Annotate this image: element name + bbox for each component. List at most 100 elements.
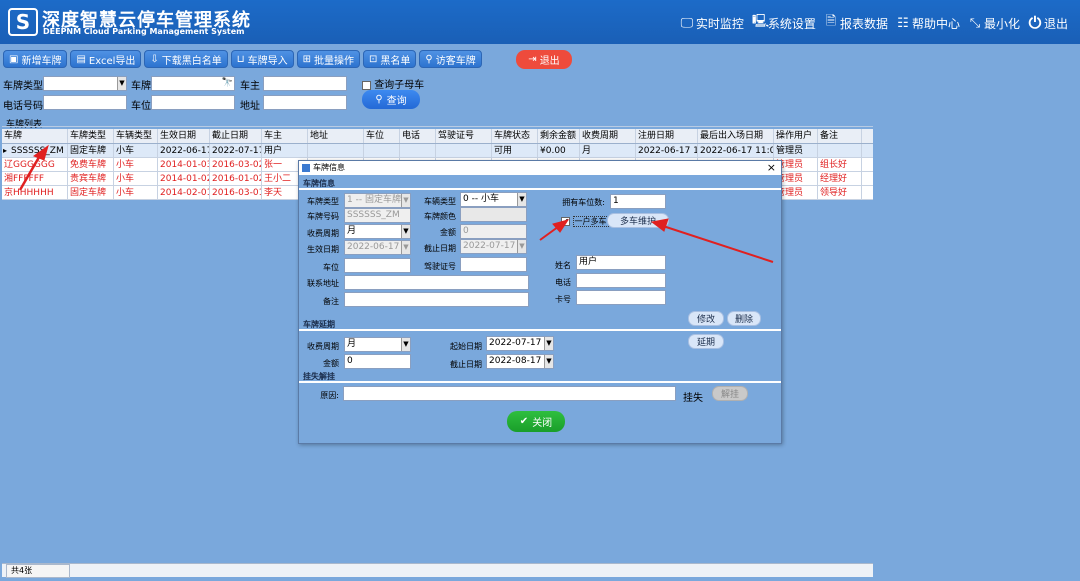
column-header[interactable]: 剩余金额 xyxy=(538,129,580,143)
close-icon[interactable]: × xyxy=(767,161,776,175)
unloss-button[interactable]: 解挂 xyxy=(712,386,748,401)
query-button[interactable]: ⚲ 查询 xyxy=(362,90,420,109)
table-cell xyxy=(364,144,400,157)
download-list-button[interactable]: ⇩ 下载黑白名单 xyxy=(144,50,228,68)
exit-button[interactable]: ⇥ 退出 xyxy=(516,50,572,69)
nav-reports[interactable]: 🗎 报表数据 xyxy=(824,12,888,34)
column-header[interactable]: 车主 xyxy=(262,129,308,143)
plate-type-select[interactable]: 1 -- 固定车牌 ▼ xyxy=(344,193,411,208)
start-date-picker[interactable]: 2022-07-17 ▼ xyxy=(486,336,554,351)
nav-settings[interactable]: 🖳 系统设置 xyxy=(752,12,816,34)
vehicle-type-select[interactable]: 0 -- 小车 ▼ xyxy=(460,192,527,207)
modify-button[interactable]: 修改 xyxy=(688,311,724,326)
column-header[interactable]: 车牌 xyxy=(2,129,68,143)
blacklist-button[interactable]: ⊡ 黑名单 xyxy=(363,50,417,68)
table-cell xyxy=(818,144,862,157)
visitor-icon: ⚲ xyxy=(425,53,433,65)
contact-address-input[interactable] xyxy=(344,275,529,290)
table-cell: 贵宾车牌 xyxy=(68,172,114,185)
column-header[interactable]: 操作用户 xyxy=(774,129,818,143)
column-header[interactable]: 生效日期 xyxy=(158,129,210,143)
space-label: 车位 xyxy=(131,101,151,112)
table-cell: 经理好 xyxy=(818,172,862,185)
visitor-plate-button[interactable]: ⚲ 访客车牌 xyxy=(419,50,482,68)
table-cell: 固定车牌 xyxy=(68,144,114,157)
name-input[interactable]: 用户 xyxy=(576,255,666,270)
table-row[interactable]: SSSSSS_ZM 固定车牌 小车 2022-06-17 2022-07-17 用户 可用 ¥… xyxy=(2,144,873,158)
chevron-down-icon: ▼ xyxy=(401,225,410,238)
table-cell: 可用 xyxy=(492,144,538,157)
column-header[interactable]: 最后出入场日期 xyxy=(698,129,774,143)
table-cell: 固定车牌 xyxy=(68,186,114,199)
ext-period-select[interactable]: 月 ▼ xyxy=(344,337,411,352)
loss-button[interactable]: 挂失 xyxy=(683,389,703,404)
plate-color-field[interactable] xyxy=(460,207,527,222)
address-input[interactable] xyxy=(263,95,347,110)
ext-amount-input[interactable]: 0 xyxy=(344,354,411,369)
expire-date-picker[interactable]: 2022-07-17 ▼ xyxy=(460,239,527,254)
card-input[interactable] xyxy=(576,290,666,305)
dialog-close-button[interactable]: ✔ 关闭 xyxy=(507,411,565,432)
remark-input[interactable] xyxy=(344,292,529,307)
multi-car-checkbox[interactable]: ✔ xyxy=(561,217,570,226)
column-header[interactable]: 车辆类型 xyxy=(114,129,158,143)
column-header[interactable]: 电话 xyxy=(400,129,436,143)
multi-car-checkbox-wrap[interactable]: ✔ 一户多车 xyxy=(561,216,609,227)
table-cell: 2022-06-17 xyxy=(160,144,210,157)
phone-input[interactable] xyxy=(576,273,666,288)
table-cell: 2014-01-02 xyxy=(160,172,210,185)
nav-monitor[interactable]: 🖵 实时监控 xyxy=(680,12,744,34)
charge-period-select[interactable]: 月 ▼ xyxy=(344,224,411,239)
column-header[interactable]: 备注 xyxy=(818,129,862,143)
download-icon: ⇩ xyxy=(150,53,159,65)
settings-screen-icon: 🖳 xyxy=(751,14,770,29)
sub-mother-checkbox-wrap[interactable]: 查询子母车 xyxy=(362,76,424,91)
name-label: 姓名 xyxy=(555,261,571,270)
chevron-down-icon: ▼ xyxy=(401,194,410,207)
space-input[interactable] xyxy=(151,95,235,110)
nav-help[interactable]: ☷ 帮助中心 xyxy=(896,12,960,34)
nav-exit[interactable]: ⏻ 退出 xyxy=(1028,12,1068,34)
excel-export-button[interactable]: ▤ Excel导出 xyxy=(70,50,142,68)
card-label: 卡号 xyxy=(555,295,571,304)
extend-button[interactable]: 延期 xyxy=(688,334,724,349)
power-icon: ⏻ xyxy=(1028,13,1042,32)
multi-car-maintain-button[interactable]: 多车维护 xyxy=(607,213,669,228)
column-header[interactable]: 车牌类型 xyxy=(68,129,114,143)
amount-input[interactable]: 0 xyxy=(460,224,527,239)
license-input[interactable] xyxy=(460,257,527,272)
divider xyxy=(299,329,781,331)
nav-minimize[interactable]: ⤡ 最小化 xyxy=(968,12,1020,34)
import-icon: ⊔ xyxy=(236,53,245,65)
column-header[interactable]: 地址 xyxy=(308,129,364,143)
table-cell: ¥0.00 xyxy=(538,144,580,157)
chevron-down-icon: ▼ xyxy=(517,193,526,206)
sub-mother-checkbox[interactable] xyxy=(362,80,371,90)
plate-input[interactable]: 🔭 xyxy=(151,76,235,91)
reason-input[interactable] xyxy=(343,386,676,401)
end-date-picker[interactable]: 2022-08-17 ▼ xyxy=(486,354,554,369)
owner-input[interactable] xyxy=(263,76,347,91)
monitor-icon: 🖵 xyxy=(680,15,694,31)
column-header[interactable]: 截止日期 xyxy=(210,129,262,143)
column-header[interactable]: 收费周期 xyxy=(580,129,636,143)
space-input[interactable] xyxy=(344,258,411,273)
table-header: 车牌 车牌类型 车辆类型 生效日期 截止日期 车主 地址 车位 电话 驾驶证号 车牌状态 剩余金额 收费… xyxy=(2,129,873,144)
binoculars-icon[interactable]: 🔭 xyxy=(222,77,233,90)
plate-no-input[interactable]: SSSSSS_ZM xyxy=(344,208,411,223)
column-header[interactable]: 注册日期 xyxy=(636,129,698,143)
phone-input[interactable] xyxy=(43,95,127,110)
grid-help-icon: ☷ xyxy=(897,15,909,31)
column-header[interactable]: 车位 xyxy=(364,129,400,143)
plate-type-select[interactable]: ▼ xyxy=(43,76,127,91)
effective-date-picker[interactable]: 2022-06-17 ▼ xyxy=(344,240,411,255)
amount-label: 金额 xyxy=(440,228,456,237)
spaces-count-input[interactable]: 1 xyxy=(610,194,666,209)
import-plate-button[interactable]: ⊔ 车牌导入 xyxy=(230,50,294,68)
chevron-down-icon: ▼ xyxy=(544,355,553,368)
column-header[interactable]: 驾驶证号 xyxy=(436,129,492,143)
delete-button[interactable]: 删除 xyxy=(727,311,761,326)
batch-operation-button[interactable]: ⊞ 批量操作 xyxy=(296,50,360,68)
column-header[interactable]: 车牌状态 xyxy=(492,129,538,143)
add-plate-button[interactable]: ▣ 新增车牌 xyxy=(3,50,68,68)
